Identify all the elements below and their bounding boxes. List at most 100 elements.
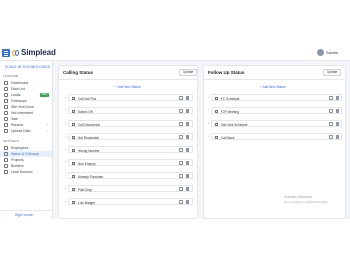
delete-icon[interactable] [336,109,339,113]
status-icon [4,152,8,156]
status-checkbox[interactable] [215,96,218,100]
app-screen: Simplead Sachin SCALE 98 TECHNOLOGIES LE… [0,45,350,219]
calling-update-button[interactable]: Update [179,69,197,76]
calling-status-row[interactable]: ⁞ Low Budget [65,198,193,205]
builders-icon [4,164,8,168]
status-checkbox[interactable] [72,174,75,178]
follow-up-status-row[interactable]: ⁞ FC Schedule [208,94,343,101]
activate-windows-watermark: Activate Windows Go to Settings to activ… [284,195,328,205]
edit-icon[interactable] [179,122,183,126]
divider [204,79,345,80]
status-checkbox[interactable] [72,200,75,204]
app-logo-text: Simplead [21,48,56,57]
watermark-line-2: Go to Settings to activate Windows. [284,200,329,204]
edit-icon[interactable] [179,187,183,191]
drag-handle-icon[interactable]: ⁞ [208,121,209,125]
edit-icon[interactable] [179,148,183,152]
calling-status-row[interactable]: ⁞ Switch Off [65,107,193,114]
edit-icon[interactable] [329,96,333,100]
drag-handle-icon[interactable]: ⁞ [65,147,66,151]
section-settings: SETTINGS [3,139,19,143]
sidebar-item-label: Dashboard [11,81,29,85]
edit-icon[interactable] [179,96,183,100]
status-checkbox[interactable] [72,109,75,113]
edit-icon[interactable] [179,135,183,139]
delete-icon[interactable] [186,174,189,178]
drag-handle-icon[interactable]: ⁞ [208,95,209,99]
edit-icon[interactable] [329,135,333,139]
sidebar-item-upload-data[interactable]: Upload Data › [0,128,52,134]
follow-up-status-row[interactable]: ⁞ F2F Meeting [208,107,343,114]
drag-handle-icon[interactable]: ⁞ [65,108,66,112]
edit-icon[interactable] [329,122,333,126]
calling-status-row[interactable]: ⁞ Wrong Number [65,146,193,153]
divider [59,79,197,80]
edit-icon[interactable] [179,161,183,165]
delete-icon[interactable] [336,122,339,126]
delete-icon[interactable] [186,148,189,152]
drag-handle-icon[interactable]: ⁞ [65,121,66,125]
follow-up-add-status-link[interactable]: + Add New Status [260,85,285,89]
status-label: F2F Meeting [221,109,239,114]
delete-icon[interactable] [186,161,189,165]
delete-icon[interactable] [336,96,339,100]
drag-handle-icon[interactable]: ⁞ [65,95,66,99]
edit-icon[interactable] [179,174,183,178]
calling-add-status-link[interactable]: + Add New Status [115,85,140,89]
chevron-right-icon: › [47,123,49,127]
location-icon [4,105,8,109]
edit-icon[interactable] [179,109,183,113]
edit-icon[interactable] [329,109,333,113]
calling-status-row[interactable]: ⁞ Call Not Pick [65,94,193,101]
edit-icon[interactable] [179,200,183,204]
status-checkbox[interactable] [72,122,75,126]
status-label: Switch Off [78,109,93,114]
projects-icon [4,158,8,162]
drag-handle-icon[interactable]: ⁞ [208,108,209,112]
sidebar: SCALE 98 TECHNOLOGIES LEADHUB Dashboard … [0,61,53,219]
delete-icon[interactable] [336,135,339,139]
status-label: Low Budget [78,200,95,205]
delete-icon[interactable] [186,96,189,100]
sidebar-item-label: Lead Sources [11,170,33,174]
drag-handle-icon[interactable]: ⁞ [65,160,66,164]
calling-status-row[interactable]: ⁞ Not Reachable [65,133,193,140]
user-name[interactable]: Sachin [326,50,338,55]
calling-status-title: Calling Status [63,70,94,75]
status-checkbox[interactable] [72,187,75,191]
drag-handle-icon[interactable]: ⁞ [65,134,66,138]
calling-status-row[interactable]: ⁞ Already Purchase [65,172,193,179]
calling-status-row[interactable]: ⁞ Plan Drop [65,185,193,192]
drag-handle-icon[interactable]: ⁞ [65,199,66,203]
delete-icon[interactable] [186,187,189,191]
status-checkbox[interactable] [72,96,75,100]
sidebar-item-label: Upload Data [11,129,31,133]
follow-up-update-button[interactable]: Update [323,69,342,76]
follow-up-status-row[interactable]: ⁞ Site Visit Schedule [208,120,343,127]
calendar-icon [4,99,8,103]
drag-handle-icon[interactable]: ⁞ [65,186,66,190]
follow-up-status-row[interactable]: ⁞ Call Back [208,133,343,140]
calling-status-row[interactable]: ⁞ Call Disconnect [65,120,193,127]
sidebar-item-label: Employees [11,146,29,150]
status-checkbox[interactable] [72,148,75,152]
drag-handle-icon[interactable]: ⁞ [65,173,66,177]
hamburger-menu-icon[interactable] [2,49,10,57]
drag-handle-icon[interactable]: ⁞ [208,134,209,138]
calling-status-row[interactable]: ⁞ Non Enquiry [65,159,193,166]
status-checkbox[interactable] [215,135,218,139]
status-checkbox[interactable] [72,161,75,165]
delete-icon[interactable] [186,109,189,113]
sidebar-item-label: Builders [11,164,24,168]
status-checkbox[interactable] [215,109,218,113]
status-checkbox[interactable] [215,122,218,126]
sidebar-item-label: Followups [11,99,27,103]
avatar[interactable] [317,49,324,56]
status-checkbox[interactable] [72,135,75,139]
sidebar-item-label: Data List [11,87,25,91]
delete-icon[interactable] [186,122,189,126]
right-mode-toggle[interactable]: Right mode [0,210,52,219]
sidebar-item-lead-sources[interactable]: Lead Sources [0,169,52,175]
delete-icon[interactable] [186,200,189,204]
delete-icon[interactable] [186,135,189,139]
